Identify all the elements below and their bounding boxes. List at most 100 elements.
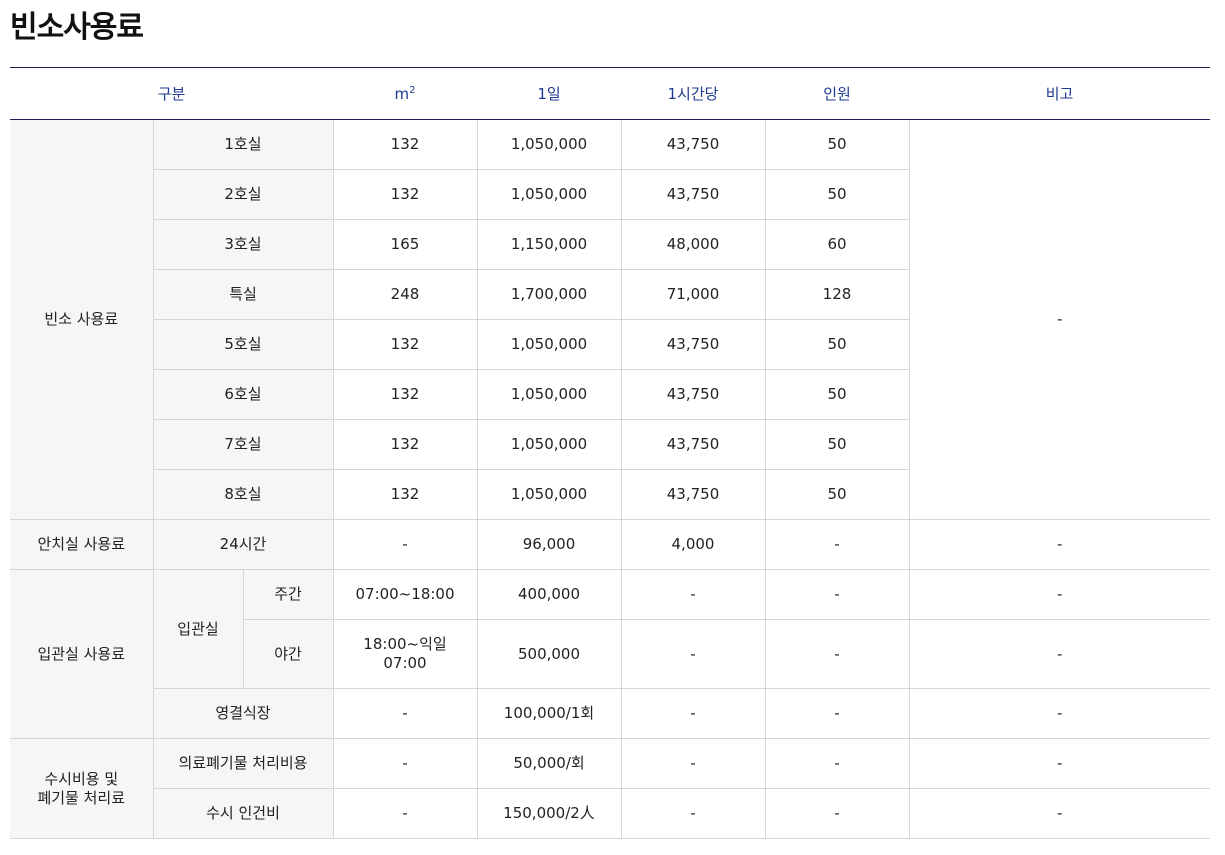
- header-area-unit: m: [394, 84, 410, 103]
- table-row: 입관실 사용료 입관실 주간 07:00~18:00 400,000 - - -: [10, 569, 1210, 739]
- capacity-cell: -: [764, 688, 910, 739]
- farewell-hall: 영결식장: [153, 688, 334, 739]
- area-cell: 165: [332, 219, 478, 270]
- table-row: 수시비용 및 폐기물 처리료 의료폐기물 처리비용 - 50,000/회 - - …: [10, 738, 1210, 839]
- day-fee-cell: 1,050,000: [476, 169, 622, 220]
- fee-table: 구분 m2 1일 1시간당 인원 비고 빈소 사용료 1호실 132 1,050…: [10, 67, 1210, 839]
- note-cell: -: [908, 569, 1210, 620]
- capacity-cell: -: [764, 619, 910, 689]
- note-cell: -: [908, 788, 1210, 839]
- category-anchi: 안치실 사용료: [10, 519, 154, 570]
- capacity-cell: -: [764, 788, 910, 839]
- day-fee-cell: 1,150,000: [476, 219, 622, 270]
- binso-note-cell: -: [908, 119, 1210, 520]
- time-cell: 18:00~익일 07:00: [332, 619, 478, 689]
- capacity-cell: -: [764, 569, 910, 620]
- anchi-item: 24시간: [152, 519, 334, 570]
- daytime-label: 주간: [242, 569, 334, 620]
- night-label: 야간: [243, 619, 334, 689]
- hour-fee-cell: -: [620, 738, 766, 789]
- note-cell: -: [908, 619, 1210, 689]
- hour-fee-cell: 43,750: [620, 419, 766, 470]
- room-name: 3호실: [153, 219, 334, 270]
- day-fee-cell: 500,000: [476, 619, 622, 689]
- room-name: 2호실: [153, 169, 334, 220]
- night-time-end: 07:00: [383, 654, 427, 672]
- capacity-cell: 50: [764, 119, 910, 170]
- note-cell: -: [908, 519, 1210, 570]
- hour-fee-cell: -: [620, 788, 766, 839]
- area-cell: -: [332, 519, 478, 570]
- capacity-cell: -: [764, 519, 910, 570]
- room-name: 5호실: [153, 319, 334, 370]
- area-cell: 132: [332, 369, 478, 420]
- medical-waste-label: 의료폐기물 처리비용: [152, 738, 334, 789]
- header-category: 구분: [10, 67, 333, 120]
- day-fee-cell: 1,050,000: [476, 469, 622, 520]
- category-susi: 수시비용 및 폐기물 처리료: [10, 738, 154, 839]
- room-name: 8호실: [153, 469, 334, 520]
- hour-fee-cell: 43,750: [620, 169, 766, 220]
- room-name: 특실: [153, 269, 334, 320]
- header-per-hour: 1시간당: [621, 67, 765, 120]
- note-cell: -: [908, 688, 1210, 739]
- day-fee-cell: 96,000: [476, 519, 622, 570]
- hour-fee-cell: 71,000: [620, 269, 766, 320]
- hour-fee-cell: -: [620, 569, 766, 620]
- day-fee-cell: 100,000/1회: [476, 688, 622, 739]
- day-fee-cell: 1,050,000: [476, 369, 622, 420]
- header-capacity: 인원: [765, 67, 909, 120]
- hour-fee-cell: 43,750: [620, 319, 766, 370]
- capacity-cell: 50: [764, 369, 909, 420]
- capacity-cell: 50: [764, 469, 909, 520]
- capacity-cell: 128: [764, 269, 909, 320]
- capacity-cell: 60: [764, 219, 909, 270]
- area-cell: -: [332, 738, 478, 789]
- day-fee-cell: 50,000/회: [476, 738, 622, 789]
- area-cell: -: [332, 788, 478, 839]
- header-area: m2: [333, 67, 477, 120]
- hour-fee-cell: -: [620, 688, 766, 739]
- table-row: 빈소 사용료 1호실 132 1,050,000 43,750 50 -: [10, 119, 1210, 520]
- note-cell: -: [908, 738, 1210, 789]
- capacity-cell: -: [764, 738, 910, 789]
- area-cell: 132: [332, 319, 478, 370]
- hour-fee-cell: 48,000: [620, 219, 766, 270]
- area-cell: 132: [332, 419, 478, 470]
- day-fee-cell: 150,000/2人: [476, 788, 622, 839]
- table-row: 수시 인건비 - 150,000/2人 - - -: [10, 788, 1210, 839]
- area-cell: 132: [332, 469, 478, 520]
- hour-fee-cell: -: [620, 619, 766, 689]
- day-fee-cell: 1,700,000: [476, 269, 622, 320]
- day-fee-cell: 1,050,000: [476, 119, 622, 170]
- header-area-exponent: 2: [409, 84, 416, 96]
- hour-fee-cell: 4,000: [620, 519, 766, 570]
- night-time-start: 18:00~익일: [363, 635, 447, 653]
- room-name: 1호실: [152, 119, 334, 170]
- category-ipgwan: 입관실 사용료: [10, 569, 154, 739]
- category-binso: 빈소 사용료: [10, 119, 154, 520]
- header-note: 비고: [909, 67, 1210, 120]
- hour-fee-cell: 43,750: [620, 369, 766, 420]
- category-susi-line2: 폐기물 처리료: [37, 788, 126, 807]
- header-row: 구분 m2 1일 1시간당 인원 비고: [10, 67, 1210, 120]
- hour-fee-cell: 43,750: [620, 469, 766, 520]
- labor-cost-label: 수시 인건비: [153, 788, 334, 839]
- area-cell: -: [332, 688, 478, 739]
- category-susi-line1: 수시비용 및: [44, 769, 119, 788]
- day-fee-cell: 1,050,000: [476, 319, 622, 370]
- area-cell: 132: [332, 119, 478, 170]
- day-fee-cell: 400,000: [476, 569, 622, 620]
- day-fee-cell: 1,050,000: [476, 419, 622, 470]
- area-cell: 132: [332, 169, 478, 220]
- table-row: 안치실 사용료 24시간 - 96,000 4,000 - -: [10, 519, 1210, 570]
- header-per-day: 1일: [477, 67, 621, 120]
- time-cell: 07:00~18:00: [332, 569, 478, 620]
- table-row: 영결식장 - 100,000/1회 - - -: [10, 688, 1210, 739]
- hour-fee-cell: 43,750: [620, 119, 766, 170]
- capacity-cell: 50: [764, 319, 909, 370]
- room-name: 6호실: [153, 369, 334, 420]
- room-name: 7호실: [153, 419, 334, 470]
- capacity-cell: 50: [764, 419, 909, 470]
- page-title: 빈소사용료: [10, 10, 144, 45]
